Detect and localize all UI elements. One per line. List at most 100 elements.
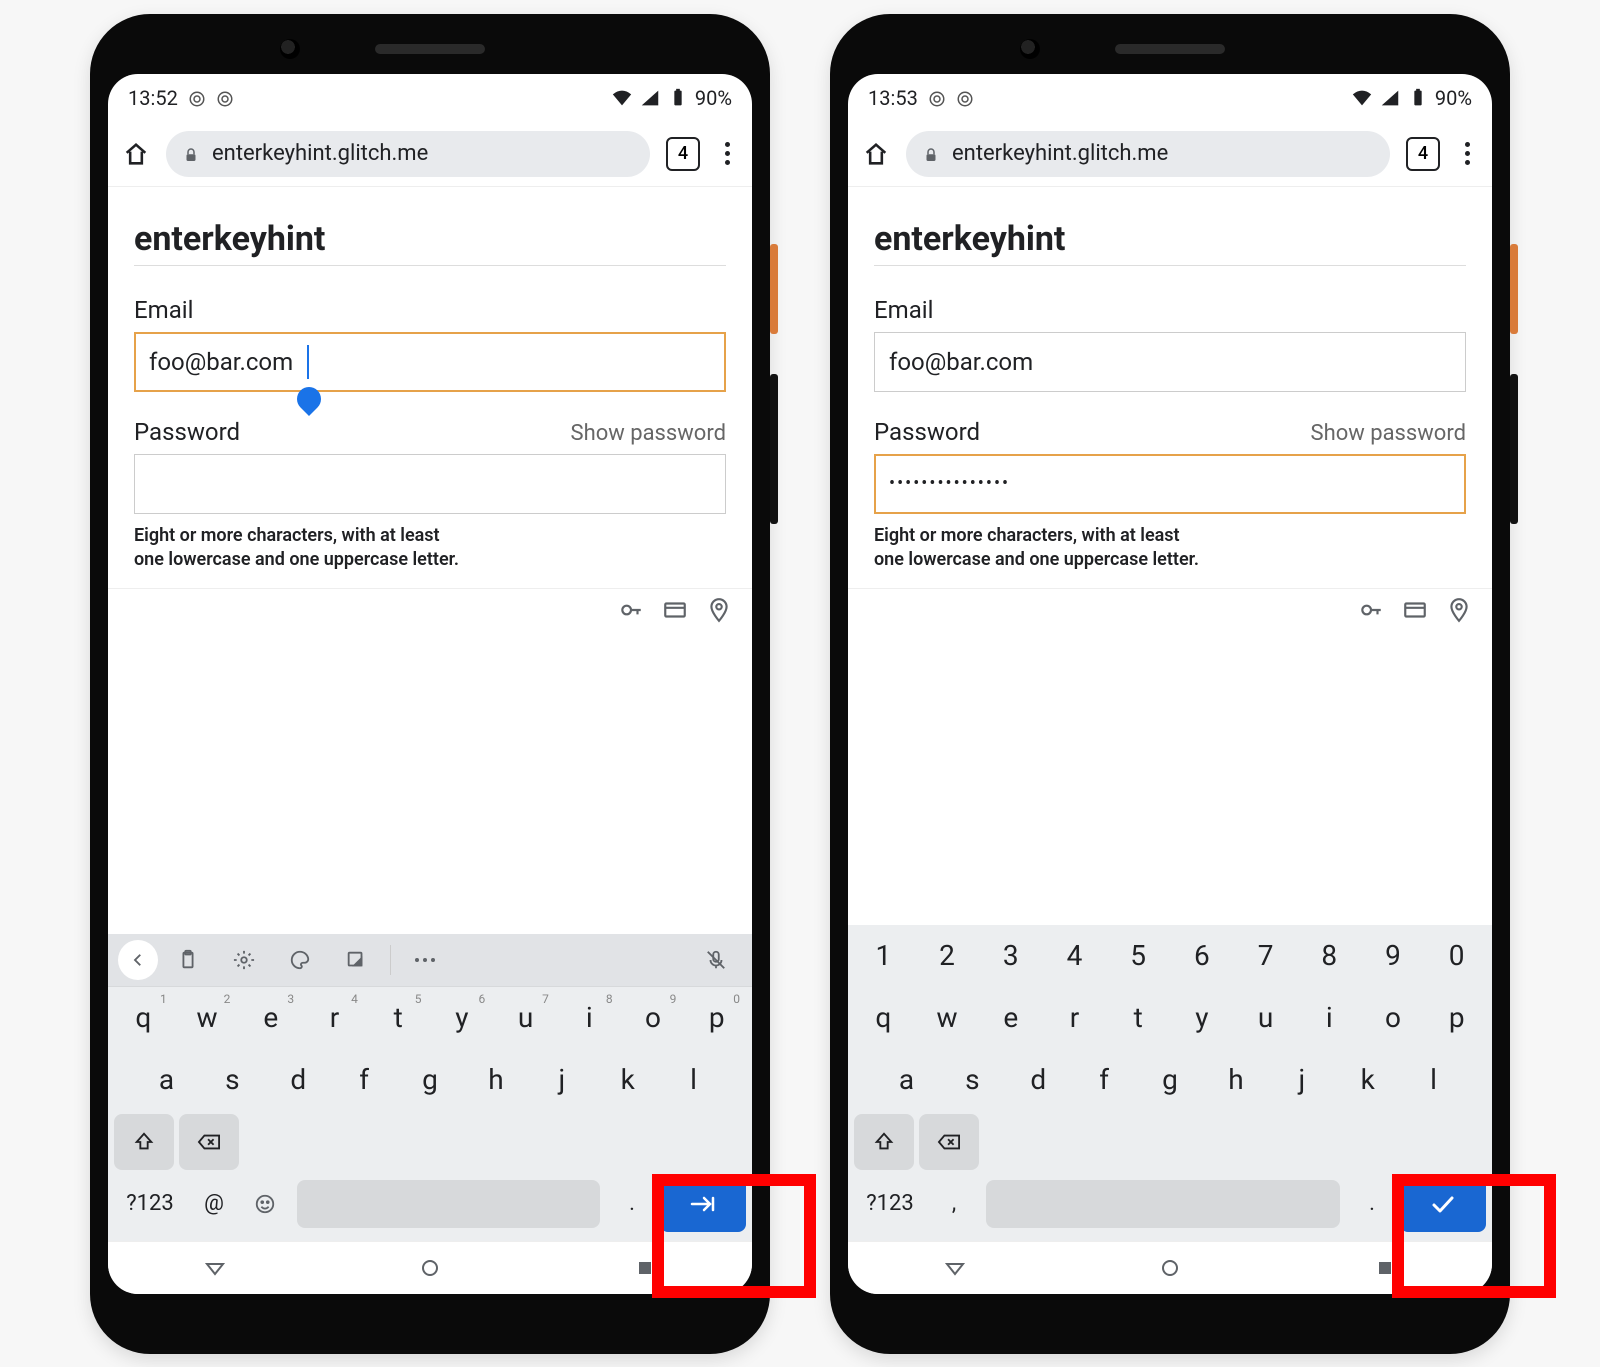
key-k[interactable]: k [597, 1052, 658, 1108]
volume-button[interactable] [1510, 374, 1518, 524]
key-i[interactable]: i [1300, 990, 1359, 1046]
key-e[interactable]: e [981, 990, 1040, 1046]
key-a[interactable]: a [136, 1052, 197, 1108]
key-2[interactable]: 2 [918, 928, 977, 984]
card-icon[interactable] [662, 597, 688, 623]
email-field[interactable]: foo@bar.com [134, 332, 726, 392]
tab-switcher[interactable]: 4 [666, 137, 700, 171]
key-u[interactable]: u [1236, 990, 1295, 1046]
address-bar[interactable]: enterkeyhint.glitch.me [166, 131, 650, 177]
key-g[interactable]: g [400, 1052, 461, 1108]
password-field[interactable]: ••••••••••••••• [874, 454, 1466, 514]
key-d[interactable]: d [268, 1052, 329, 1108]
key-t[interactable]: t5 [369, 990, 428, 1046]
nav-recent-icon[interactable] [1373, 1256, 1397, 1280]
key-p[interactable]: p0 [687, 990, 746, 1046]
enter-key-done[interactable] [1400, 1176, 1486, 1232]
key-8[interactable]: 8 [1300, 928, 1359, 984]
volume-button[interactable] [770, 374, 778, 524]
key-f[interactable]: f [1074, 1052, 1135, 1108]
symbols-key[interactable]: ?123 [854, 1176, 926, 1232]
key-3[interactable]: 3 [981, 928, 1040, 984]
key-w[interactable]: w [918, 990, 977, 1046]
key-o[interactable]: o9 [624, 990, 683, 1046]
period-key[interactable]: . [1349, 1176, 1395, 1232]
password-field[interactable] [134, 454, 726, 514]
key-icon[interactable] [1358, 597, 1384, 623]
address-bar[interactable]: enterkeyhint.glitch.me [906, 131, 1390, 177]
symbols-key[interactable]: ?123 [114, 1176, 186, 1232]
show-password-toggle[interactable]: Show password [571, 421, 726, 446]
key-w[interactable]: w2 [178, 990, 237, 1046]
gear-icon[interactable] [218, 940, 270, 980]
power-button[interactable] [1510, 244, 1518, 334]
key-d[interactable]: d [1008, 1052, 1069, 1108]
key-7[interactable]: 7 [1236, 928, 1295, 984]
nav-back-icon[interactable] [203, 1256, 227, 1280]
kbd-back-icon[interactable] [118, 940, 158, 980]
key-y[interactable]: y [1173, 990, 1232, 1046]
more-icon[interactable] [399, 940, 451, 980]
nav-back-icon[interactable] [943, 1256, 967, 1280]
email-field[interactable]: foo@bar.com [874, 332, 1466, 392]
key-a[interactable]: a [876, 1052, 937, 1108]
key-0[interactable]: 0 [1427, 928, 1486, 984]
location-icon[interactable] [1446, 597, 1472, 623]
key-j[interactable]: j [531, 1052, 592, 1108]
overflow-menu-icon[interactable] [716, 142, 738, 165]
spacebar-key[interactable] [297, 1180, 600, 1228]
key-s[interactable]: s [942, 1052, 1003, 1108]
key-5[interactable]: 5 [1109, 928, 1168, 984]
key-u[interactable]: u7 [496, 990, 555, 1046]
key-icon[interactable] [618, 597, 644, 623]
key-s[interactable]: s [202, 1052, 263, 1108]
overflow-menu-icon[interactable] [1456, 142, 1478, 165]
key-1[interactable]: 1 [854, 928, 913, 984]
mic-off-icon[interactable] [690, 940, 742, 980]
home-icon[interactable] [122, 140, 150, 168]
nav-home-icon[interactable] [1158, 1256, 1182, 1280]
key-p[interactable]: p [1427, 990, 1486, 1046]
clipboard-icon[interactable] [162, 940, 214, 980]
key-g[interactable]: g [1140, 1052, 1201, 1108]
key-i[interactable]: i8 [560, 990, 619, 1046]
key-9[interactable]: 9 [1364, 928, 1423, 984]
key-j[interactable]: j [1271, 1052, 1332, 1108]
key-f[interactable]: f [334, 1052, 395, 1108]
show-password-toggle[interactable]: Show password [1311, 421, 1466, 446]
key-6[interactable]: 6 [1173, 928, 1232, 984]
sticker-icon[interactable] [330, 940, 382, 980]
key-4[interactable]: 4 [1045, 928, 1104, 984]
key-o[interactable]: o [1364, 990, 1423, 1046]
key-r[interactable]: r [1045, 990, 1104, 1046]
palette-icon[interactable] [274, 940, 326, 980]
backspace-key[interactable] [919, 1114, 979, 1170]
shift-key[interactable] [114, 1114, 174, 1170]
key-l[interactable]: l [1403, 1052, 1464, 1108]
key-k[interactable]: k [1337, 1052, 1398, 1108]
tab-switcher[interactable]: 4 [1406, 137, 1440, 171]
key-r[interactable]: r4 [305, 990, 364, 1046]
key-q[interactable]: q [854, 990, 913, 1046]
key-h[interactable]: h [1205, 1052, 1266, 1108]
period-key[interactable]: . [609, 1176, 655, 1232]
key-l[interactable]: l [663, 1052, 724, 1108]
nav-home-icon[interactable] [418, 1256, 442, 1280]
shift-key[interactable] [854, 1114, 914, 1170]
backspace-key[interactable] [179, 1114, 239, 1170]
enter-key-next[interactable] [660, 1176, 746, 1232]
comma-key[interactable]: , [931, 1176, 977, 1232]
cursor-handle-icon[interactable] [292, 382, 326, 416]
key-y[interactable]: y6 [433, 990, 492, 1046]
emoji-key[interactable] [242, 1176, 288, 1232]
card-icon[interactable] [1402, 597, 1428, 623]
nav-recent-icon[interactable] [633, 1256, 657, 1280]
spacebar-key[interactable] [986, 1180, 1340, 1228]
at-key[interactable]: @ [191, 1176, 237, 1232]
location-icon[interactable] [706, 597, 732, 623]
power-button[interactable] [770, 244, 778, 334]
key-h[interactable]: h [465, 1052, 526, 1108]
key-t[interactable]: t [1109, 990, 1168, 1046]
key-e[interactable]: e3 [241, 990, 300, 1046]
key-q[interactable]: q1 [114, 990, 173, 1046]
